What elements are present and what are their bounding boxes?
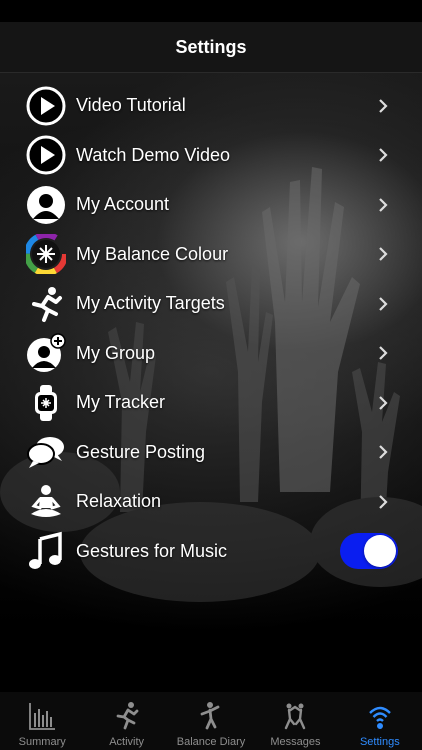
tab-label: Settings	[359, 736, 400, 748]
tab-bar: Summary Activity Balance Diary Messages …	[0, 692, 422, 750]
chevron-right-icon	[376, 197, 390, 212]
settings-list: Video Tutorial Watch Demo Video My Accou…	[0, 81, 422, 576]
chevron-right-icon	[376, 445, 390, 460]
settings-item-label: My Group	[76, 342, 156, 363]
status-bar	[0, 0, 422, 22]
colour-wheel-icon	[25, 233, 67, 275]
settings-item-label: Watch Demo Video	[76, 144, 231, 165]
toggle-knob[interactable]	[364, 535, 396, 568]
chevron-right-icon	[376, 98, 390, 113]
tab-label: Balance Diary	[176, 736, 246, 748]
tab-messages[interactable]: Messages	[253, 692, 337, 750]
user-silhouette-icon	[25, 184, 67, 226]
settings-item-label: Gesture Posting	[76, 441, 206, 462]
add-user-icon	[25, 332, 67, 374]
settings-item-label: My Activity Targets	[76, 293, 225, 314]
chevron-right-icon	[376, 494, 390, 509]
music-note-icon	[25, 530, 67, 572]
tab-summary[interactable]: Summary	[0, 692, 84, 750]
tab-label: Summary	[18, 736, 66, 748]
tab-label: Activity	[109, 736, 145, 748]
settings-item-my-tracker[interactable]: My Tracker	[0, 378, 422, 428]
settings-item-my-balance-colour[interactable]: My Balance Colour	[0, 230, 422, 280]
settings-item-label: My Account	[76, 194, 170, 215]
gestures-for-music-toggle[interactable]	[340, 533, 398, 570]
settings-item-label: My Balance Colour	[76, 243, 229, 264]
wireless-settings-icon	[365, 701, 395, 731]
settings-item-video-tutorial[interactable]: Video Tutorial	[0, 81, 422, 131]
settings-item-label: Video Tutorial	[76, 95, 186, 116]
play-circle-icon	[25, 134, 67, 176]
settings-item-my-account[interactable]: My Account	[0, 180, 422, 230]
chevron-right-icon	[376, 395, 390, 410]
chevron-right-icon	[376, 296, 390, 311]
settings-item-label: Relaxation	[76, 491, 162, 512]
meditation-icon	[25, 481, 67, 523]
settings-item-watch-demo-video[interactable]: Watch Demo Video	[0, 131, 422, 181]
settings-item-my-group[interactable]: My Group	[0, 329, 422, 379]
watch-icon	[25, 382, 67, 424]
play-circle-icon	[25, 85, 67, 127]
tab-balance-diary[interactable]: Balance Diary	[169, 692, 253, 750]
runner-icon	[112, 701, 142, 731]
settings-item-gestures-for-music: Gestures for Music	[0, 527, 422, 577]
chevron-right-icon	[376, 148, 390, 163]
settings-item-label: My Tracker	[76, 392, 166, 413]
balance-figure-icon	[196, 701, 226, 731]
bar-chart-icon	[27, 701, 57, 731]
settings-item-gesture-posting[interactable]: Gesture Posting	[0, 428, 422, 478]
tab-settings[interactable]: Settings	[338, 692, 422, 750]
chevron-right-icon	[376, 247, 390, 262]
settings-item-label: Gestures for Music	[76, 540, 228, 561]
navigation-bar: Settings	[0, 22, 422, 73]
settings-item-my-activity-targets[interactable]: My Activity Targets	[0, 279, 422, 329]
settings-item-relaxation[interactable]: Relaxation	[0, 477, 422, 527]
running-person-icon	[25, 283, 67, 325]
dancers-icon	[280, 701, 310, 731]
tab-label: Messages	[270, 736, 321, 748]
chevron-right-icon	[376, 346, 390, 361]
chat-bubbles-icon	[25, 431, 67, 473]
tab-activity[interactable]: Activity	[84, 692, 168, 750]
page-title: Settings	[175, 36, 247, 57]
